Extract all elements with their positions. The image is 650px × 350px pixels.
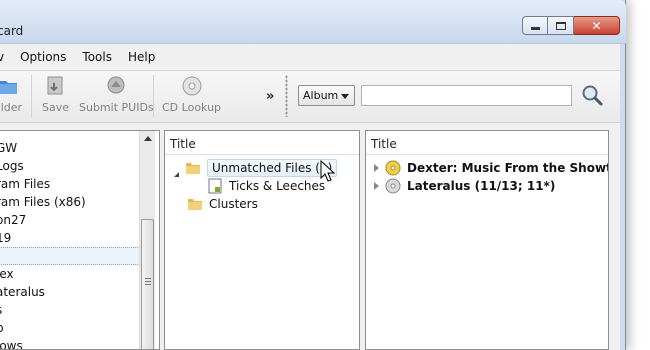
- folder-icon: [187, 196, 203, 212]
- close-button[interactable]: ✕: [574, 16, 620, 35]
- add-folder-button[interactable]: older: [0, 75, 22, 114]
- expand-closed-icon[interactable]: [374, 182, 379, 190]
- audio-file-icon: [207, 178, 223, 194]
- directory-scrollbar[interactable]: [139, 131, 155, 349]
- window-title: card: [0, 24, 24, 38]
- tree-row-unmatched[interactable]: Unmatched Files (1): [173, 159, 338, 177]
- cd-lookup-label: CD Lookup: [162, 101, 222, 114]
- albums-title-header[interactable]: Title: [366, 131, 608, 155]
- dir-item[interactable]: 19: [0, 229, 144, 247]
- menu-options[interactable]: Options: [12, 50, 74, 64]
- menu-view[interactable]: v: [0, 50, 12, 64]
- search-type-value: Album: [303, 89, 339, 102]
- directory-tree[interactable]: GW Logs ram Files ram Files (x86) on27 1…: [0, 130, 160, 350]
- submit-puids-button[interactable]: Submit PUIDs: [79, 75, 154, 114]
- dir-item[interactable]: ateralus: [0, 283, 144, 301]
- dir-item[interactable]: ram Files: [0, 175, 144, 193]
- add-folder-label: older: [0, 101, 23, 114]
- expand-closed-icon[interactable]: [374, 164, 379, 172]
- save-button[interactable]: Save: [42, 75, 69, 114]
- search-input[interactable]: [361, 85, 572, 106]
- tree-row-clusters[interactable]: Clusters: [187, 195, 258, 213]
- maximize-icon: [555, 21, 566, 30]
- dir-item[interactable]: p: [0, 319, 144, 337]
- title-bar[interactable]: card ✕: [0, 0, 626, 44]
- tree-label-file: Ticks & Leeches: [229, 179, 326, 193]
- tree-label-clusters: Clusters: [209, 197, 258, 211]
- dir-item[interactable]: s: [0, 301, 144, 319]
- albums-pane[interactable]: Title Dexter: Music From the Showtime La…: [365, 130, 609, 350]
- mouse-cursor-icon: [320, 160, 336, 182]
- search-type-select[interactable]: Album: [298, 85, 355, 106]
- cd-lookup-button[interactable]: CD Lookup: [162, 75, 221, 114]
- save-label: Save: [42, 101, 70, 114]
- search-icon: [582, 85, 603, 106]
- cd-gold-icon: [385, 160, 401, 176]
- tree-row-album[interactable]: Dexter: Music From the Showtime: [374, 159, 608, 177]
- submit-puids-label: Submit PUIDs: [79, 101, 154, 114]
- search-button[interactable]: [580, 83, 604, 107]
- files-title-header[interactable]: Title: [165, 131, 359, 155]
- toolbar-overflow-button[interactable]: »: [266, 89, 274, 104]
- folder-icon: [185, 160, 201, 176]
- tree-row-file[interactable]: Ticks & Leeches: [207, 177, 325, 195]
- maximize-button[interactable]: [548, 16, 574, 35]
- cd-lookup-icon: [181, 75, 203, 97]
- tree-row-album[interactable]: Lateralus (11/13; 11*): [374, 177, 555, 195]
- tree-label-album: Dexter: Music From the Showtime: [407, 161, 608, 175]
- minimize-button[interactable]: [522, 16, 548, 35]
- menu-help[interactable]: Help: [120, 50, 163, 64]
- menu-tools[interactable]: Tools: [74, 50, 120, 64]
- submit-puids-icon: [105, 75, 127, 97]
- app-window: card ✕ v Options Tools Help older Save: [0, 0, 626, 350]
- dir-item[interactable]: lex: [0, 265, 144, 283]
- toolbar-separator: [31, 75, 32, 117]
- dir-item[interactable]: GW: [0, 139, 144, 157]
- close-icon: ✕: [591, 18, 602, 33]
- dir-item[interactable]: ram Files (x86): [0, 193, 144, 211]
- dir-item[interactable]: on27: [0, 211, 144, 229]
- dir-item[interactable]: Logs: [0, 157, 144, 175]
- thumb-grip-icon: [145, 278, 151, 285]
- scrollbar-thumb[interactable]: [141, 219, 154, 349]
- minimize-icon: [530, 27, 540, 30]
- toolbar-separator: [153, 75, 154, 117]
- scroll-up-icon[interactable]: [144, 136, 152, 141]
- dir-item-selected[interactable]: [0, 247, 144, 265]
- cd-grey-icon: [385, 178, 401, 194]
- save-icon: [45, 75, 67, 97]
- dir-item[interactable]: lows: [0, 337, 144, 349]
- toolbar-grip[interactable]: [285, 75, 288, 117]
- menu-bar: v Options Tools Help: [0, 44, 620, 71]
- main-content: GW Logs ram Files ram Files (x86) on27 1…: [0, 123, 620, 350]
- tree-label-unmatched[interactable]: Unmatched Files (1): [207, 159, 338, 177]
- folder-icon: [0, 75, 19, 97]
- caption-buttons: ✕: [522, 16, 620, 36]
- tree-label-album: Lateralus (11/13; 11*): [407, 179, 556, 193]
- expand-open-icon[interactable]: [173, 165, 179, 177]
- chevron-down-icon: [341, 94, 349, 99]
